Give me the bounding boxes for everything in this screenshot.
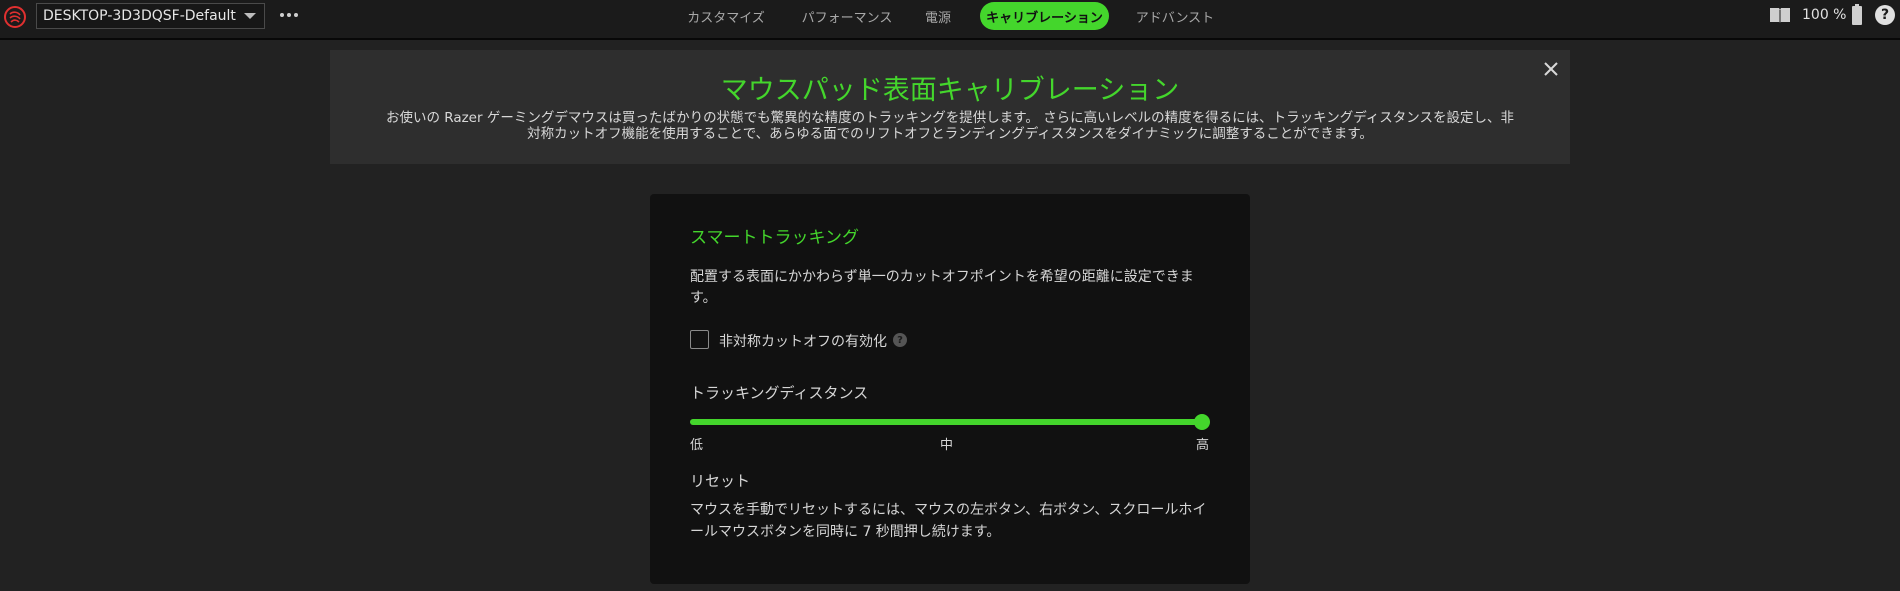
calibration-banner: マウスパッド表面キャリブレーション お使いの Razer ゲーミングデマウスは買… <box>330 50 1570 164</box>
more-options-button[interactable] <box>278 4 300 26</box>
tracking-distance-title: トラッキングディスタンス <box>690 384 869 402</box>
manual-book-icon[interactable] <box>1769 4 1791 26</box>
smart-tracking-card: スマートトラッキング 配置する表面にかかわらず単一のカットオフポイントを希望の距… <box>650 194 1250 584</box>
reset-title: リセット <box>690 472 751 490</box>
battery-icon <box>1851 4 1863 26</box>
tab-advanced[interactable]: アドバンスト <box>1133 2 1217 30</box>
battery-level-text: 100 % <box>1802 7 1847 23</box>
top-bar: DESKTOP-3D3DQSF-Default カスタマイズ パフォーマンス 電… <box>0 0 1900 40</box>
dot-icon <box>280 13 284 17</box>
asymmetric-cutoff-checkbox[interactable] <box>690 330 709 349</box>
tracking-distance-slider[interactable] <box>690 414 1210 430</box>
tick-label-high: 高 <box>1196 438 1210 453</box>
smart-tracking-title: スマートトラッキング <box>690 228 859 248</box>
profile-dropdown-value: DESKTOP-3D3DQSF-Default <box>43 8 236 24</box>
tab-customize[interactable]: カスタマイズ <box>683 2 769 30</box>
tab-calibration[interactable]: キャリブレーション <box>980 2 1109 30</box>
tab-performance[interactable]: パフォーマンス <box>797 2 897 30</box>
reset-description: マウスを手動でリセットするには、マウスの左ボタン、右ボタン、スクロールホイールマ… <box>690 502 1207 540</box>
help-icon: ? <box>1875 5 1895 25</box>
tick-label-mid: 中 <box>940 438 954 453</box>
tab-power[interactable]: 電源 <box>918 2 958 30</box>
tracking-distance-slider-fill <box>690 419 1202 425</box>
banner-description-line1: お使いの Razer ゲーミングデマウスは買ったばかりの状態でも驚異的な精度のト… <box>385 110 1515 126</box>
asymmetric-cutoff-label[interactable]: 非対称カットオフの有効化 <box>719 331 887 351</box>
dot-icon <box>294 13 298 17</box>
banner-description-line2: 対称カットオフ機能を使用することで、あらゆる面でのリフトオフとランディングディス… <box>527 126 1373 142</box>
help-button[interactable]: ? <box>1875 4 1895 26</box>
help-icon-glyph: ? <box>1880 7 1890 23</box>
close-icon[interactable] <box>1540 58 1562 80</box>
tracking-distance-slider-thumb[interactable] <box>1194 414 1210 430</box>
tick-label-low: 低 <box>690 438 704 453</box>
profile-dropdown[interactable]: DESKTOP-3D3DQSF-Default <box>36 3 265 29</box>
asymmetric-help-icon-glyph: ? <box>897 334 903 346</box>
banner-title: マウスパッド表面キャリブレーション <box>720 75 1180 106</box>
dot-icon <box>287 13 291 17</box>
chevron-down-icon <box>244 13 256 19</box>
banner-description: お使いの Razer ゲーミングデマウスは買ったばかりの状態でも驚異的な精度のト… <box>360 110 1540 142</box>
razer-logo-icon[interactable] <box>3 5 27 29</box>
asymmetric-help-icon[interactable]: ? <box>893 333 907 347</box>
smart-tracking-description: 配置する表面にかかわらず単一のカットオフポイントを希望の距離に設定できます。 <box>690 269 1194 306</box>
